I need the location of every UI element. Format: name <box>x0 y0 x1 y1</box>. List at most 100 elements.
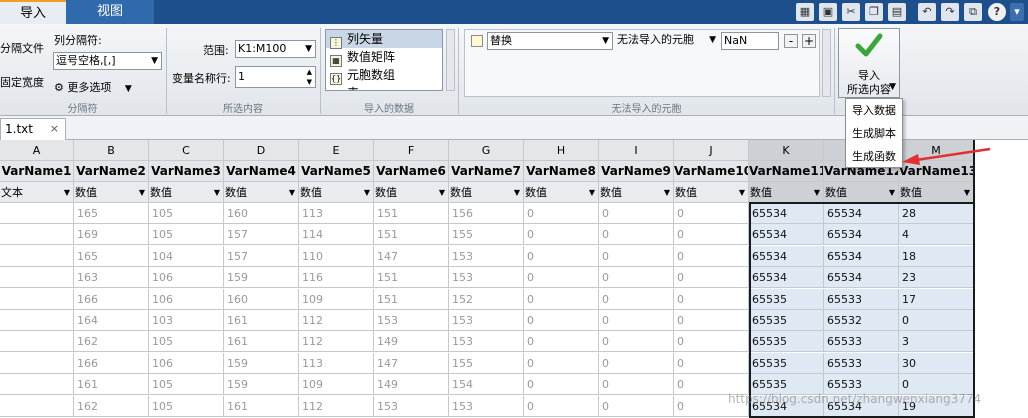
column-type-select[interactable]: 数值 ▼ <box>824 182 899 203</box>
table-cell[interactable]: 18 <box>899 245 974 267</box>
table-cell[interactable]: 30 <box>899 352 974 374</box>
table-cell[interactable]: 4 <box>899 224 974 246</box>
table-cell[interactable]: 0 <box>524 331 599 353</box>
column-type-select[interactable]: 数值 ▼ <box>899 182 974 203</box>
table-cell[interactable]: 159 <box>224 267 299 289</box>
table-cell[interactable]: 165 <box>74 203 149 224</box>
table-cell[interactable]: 109 <box>299 374 374 396</box>
table-cell[interactable] <box>0 288 74 310</box>
table-cell[interactable]: 0 <box>524 395 599 417</box>
column-letter-header[interactable]: B <box>74 140 149 161</box>
cut-icon[interactable]: ✂ <box>842 3 860 21</box>
table-cell[interactable]: 151 <box>374 288 449 310</box>
table-cell[interactable]: 0 <box>674 352 749 374</box>
delimited-option[interactable]: 分隔文件 <box>0 40 44 56</box>
table-cell[interactable]: 165 <box>74 245 149 267</box>
table-cell[interactable] <box>0 352 74 374</box>
table-cell[interactable]: 0 <box>599 331 674 353</box>
table-cell[interactable]: 105 <box>149 374 224 396</box>
table-cell[interactable]: 65533 <box>824 352 899 374</box>
column-letter-header[interactable]: E <box>299 140 374 161</box>
table-cell[interactable]: 110 <box>299 245 374 267</box>
save-icon[interactable]: ▣ <box>819 3 837 21</box>
rule-condition-select[interactable]: 无法导入的元胞 ▼ <box>615 32 719 50</box>
table-cell[interactable]: 0 <box>524 310 599 331</box>
rules-scrollbar[interactable] <box>822 29 831 97</box>
table-cell[interactable]: 23 <box>899 267 974 289</box>
table-cell[interactable]: 65532 <box>824 310 899 331</box>
menu-item-generate-function[interactable]: 生成函数 <box>846 145 902 168</box>
table-cell[interactable]: 104 <box>149 245 224 267</box>
copy-icon[interactable]: ❐ <box>865 3 883 21</box>
table-cell[interactable]: 112 <box>299 331 374 353</box>
table-cell[interactable]: 65534 <box>749 245 824 267</box>
column-type-select[interactable]: 数值 ▼ <box>599 182 674 203</box>
table-cell[interactable]: 0 <box>599 288 674 310</box>
column-type-select[interactable]: 数值 ▼ <box>674 182 749 203</box>
table-cell[interactable]: 157 <box>224 245 299 267</box>
table-cell[interactable]: 0 <box>524 374 599 396</box>
table-cell[interactable]: 28 <box>899 203 974 224</box>
table-cell[interactable]: 65533 <box>824 288 899 310</box>
table-cell[interactable]: 147 <box>374 245 449 267</box>
column-name-header[interactable]: VarName8 <box>524 161 599 182</box>
menu-item-generate-script[interactable]: 生成脚本 <box>846 122 902 145</box>
table-cell[interactable]: 0 <box>599 374 674 396</box>
table-cell[interactable]: 109 <box>299 288 374 310</box>
table-cell[interactable]: 169 <box>74 224 149 246</box>
table-cell[interactable]: 65534 <box>749 203 824 224</box>
table-cell[interactable] <box>0 310 74 331</box>
table-cell[interactable]: 162 <box>74 331 149 353</box>
column-name-header[interactable]: VarName9 <box>599 161 674 182</box>
table-cell[interactable]: 162 <box>74 395 149 417</box>
table-cell[interactable]: 65534 <box>749 267 824 289</box>
column-name-header[interactable]: VarName11 <box>749 161 824 182</box>
help-icon[interactable]: ? <box>988 3 1006 21</box>
rule-checkbox[interactable] <box>471 35 483 47</box>
column-name-header[interactable]: VarName5 <box>299 161 374 182</box>
table-cell[interactable]: 153 <box>449 331 524 353</box>
table-cell[interactable]: 153 <box>449 310 524 331</box>
tab-import[interactable]: 导入 <box>0 0 66 24</box>
table-cell[interactable]: 65535 <box>749 352 824 374</box>
layout-icon[interactable]: ▦ <box>796 3 814 21</box>
table-cell[interactable]: 0 <box>524 224 599 246</box>
table-cell[interactable] <box>0 374 74 396</box>
table-cell[interactable]: 105 <box>149 224 224 246</box>
more-options-button[interactable]: ⚙ 更多选项 ▼ <box>54 79 132 95</box>
table-cell[interactable]: 151 <box>374 267 449 289</box>
table-cell[interactable]: 0 <box>674 203 749 224</box>
table-cell[interactable]: 0 <box>524 267 599 289</box>
table-cell[interactable]: 0 <box>674 267 749 289</box>
table-cell[interactable]: 160 <box>224 203 299 224</box>
table-cell[interactable]: 112 <box>299 310 374 331</box>
table-cell[interactable]: 161 <box>74 374 149 396</box>
paste-icon[interactable]: ▤ <box>888 3 906 21</box>
column-type-select[interactable]: 数值 ▼ <box>224 182 299 203</box>
column-letter-header[interactable]: H <box>524 140 599 161</box>
table-cell[interactable]: 0 <box>524 245 599 267</box>
table-cell[interactable]: 0 <box>599 267 674 289</box>
table-cell[interactable]: 0 <box>674 245 749 267</box>
table-cell[interactable]: 155 <box>449 352 524 374</box>
table-cell[interactable]: 0 <box>674 310 749 331</box>
rule-action-select[interactable]: 替换 ▼ <box>487 32 613 50</box>
table-cell[interactable]: 116 <box>299 267 374 289</box>
table-cell[interactable]: 0 <box>674 331 749 353</box>
table-cell[interactable]: 65534 <box>749 224 824 246</box>
column-type-select[interactable]: 数值 ▼ <box>449 182 524 203</box>
table-cell[interactable]: 0 <box>524 288 599 310</box>
table-cell[interactable]: 113 <box>299 352 374 374</box>
output-type-scrollbar[interactable] <box>446 29 455 91</box>
rule-value-input[interactable]: NaN <box>721 32 779 50</box>
table-cell[interactable] <box>0 245 74 267</box>
close-icon[interactable]: × <box>50 119 59 139</box>
column-delimiter-select[interactable]: 逗号空格,[,] ▼ <box>53 52 162 70</box>
table-cell[interactable]: 159 <box>224 374 299 396</box>
table-cell[interactable]: 151 <box>374 224 449 246</box>
column-name-header[interactable]: VarName4 <box>224 161 299 182</box>
table-cell[interactable]: 112 <box>299 395 374 417</box>
table-cell[interactable]: 65535 <box>749 310 824 331</box>
column-name-header[interactable]: VarName3 <box>149 161 224 182</box>
stepper-arrows-icon[interactable]: ▲ ▼ <box>307 67 312 87</box>
